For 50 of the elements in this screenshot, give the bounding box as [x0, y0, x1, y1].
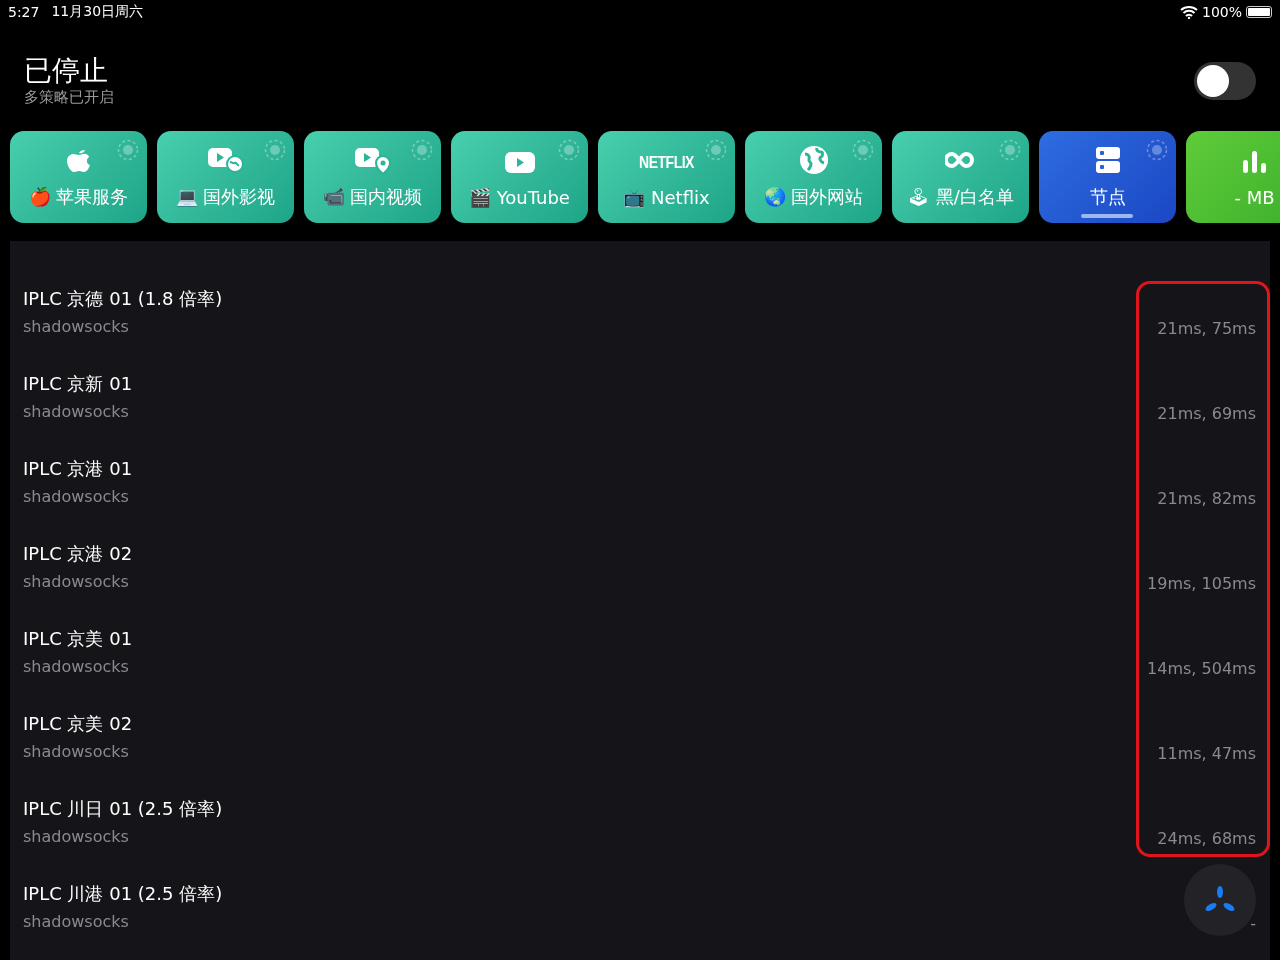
policy-tab[interactable]: 🎬 YouTube: [451, 131, 588, 223]
dashed-circle-icon: [852, 139, 874, 161]
node-name[interactable]: IPLC 京港 01: [23, 457, 133, 481]
dashed-circle-icon: [1146, 139, 1168, 161]
node-latency: 21ms, 69ms: [1157, 404, 1256, 425]
bar-chart-icon: [1241, 149, 1268, 174]
dashed-circle-icon: [264, 139, 286, 161]
status-subtitle: 多策略已开启: [24, 88, 115, 107]
video-globe-icon: [205, 145, 246, 175]
policy-tab[interactable]: 节点: [1039, 131, 1176, 223]
netflix-logo: NETFLIX: [639, 151, 694, 172]
link-icon: [944, 150, 977, 170]
node-name[interactable]: IPLC 川日 01 (2.5 倍率): [23, 797, 223, 821]
propeller-icon: [1205, 886, 1235, 914]
node-name[interactable]: IPLC 京港 02: [23, 542, 133, 566]
dashed-circle-icon: [558, 139, 580, 161]
server-icon: [1094, 146, 1121, 174]
node-protocol: shadowsocks: [23, 572, 129, 591]
node-protocol: shadowsocks: [23, 912, 129, 931]
node-protocol: shadowsocks: [23, 742, 129, 761]
node-latency: 21ms, 82ms: [1157, 489, 1256, 510]
dashed-circle-icon: [411, 139, 433, 161]
node-protocol: shadowsocks: [23, 487, 129, 506]
node-name[interactable]: IPLC 京新 01: [23, 372, 133, 396]
status-title: 已停止: [24, 54, 109, 88]
globe-icon: [798, 145, 829, 175]
dashed-circle-icon: [705, 139, 727, 161]
node-protocol: shadowsocks: [23, 657, 129, 676]
node-name[interactable]: IPLC 京美 02: [23, 712, 133, 736]
status-date: 11月30日周六: [51, 3, 144, 21]
node-protocol: shadowsocks: [23, 402, 129, 421]
node-name[interactable]: IPLC 川港 01 (2.5 倍率): [23, 882, 223, 906]
node-name[interactable]: IPLC 京美 01: [23, 627, 133, 651]
battery-percent: 100%: [1201, 4, 1242, 20]
node-latency: 21ms, 75ms: [1157, 319, 1256, 340]
node-latency: 19ms, 105ms: [1147, 574, 1256, 595]
node-latency: 11ms, 47ms: [1157, 744, 1256, 765]
dashed-circle-icon: [999, 139, 1021, 161]
node-protocol: shadowsocks: [23, 827, 129, 846]
status-time: 5:27: [8, 4, 40, 20]
node-protocol: shadowsocks: [23, 317, 129, 336]
toggle-switch[interactable]: [1194, 61, 1256, 100]
dashed-circle-icon: [117, 139, 139, 161]
battery-icon: [1246, 6, 1272, 18]
wifi-icon: [1179, 5, 1198, 19]
node-latency: 24ms, 68ms: [1157, 829, 1256, 850]
node-latency: -: [1250, 914, 1256, 935]
node-name[interactable]: IPLC 京德 01 (1.8 倍率): [23, 287, 223, 311]
node-latency: 14ms, 504ms: [1147, 659, 1256, 680]
video-pin-icon: [352, 145, 393, 175]
